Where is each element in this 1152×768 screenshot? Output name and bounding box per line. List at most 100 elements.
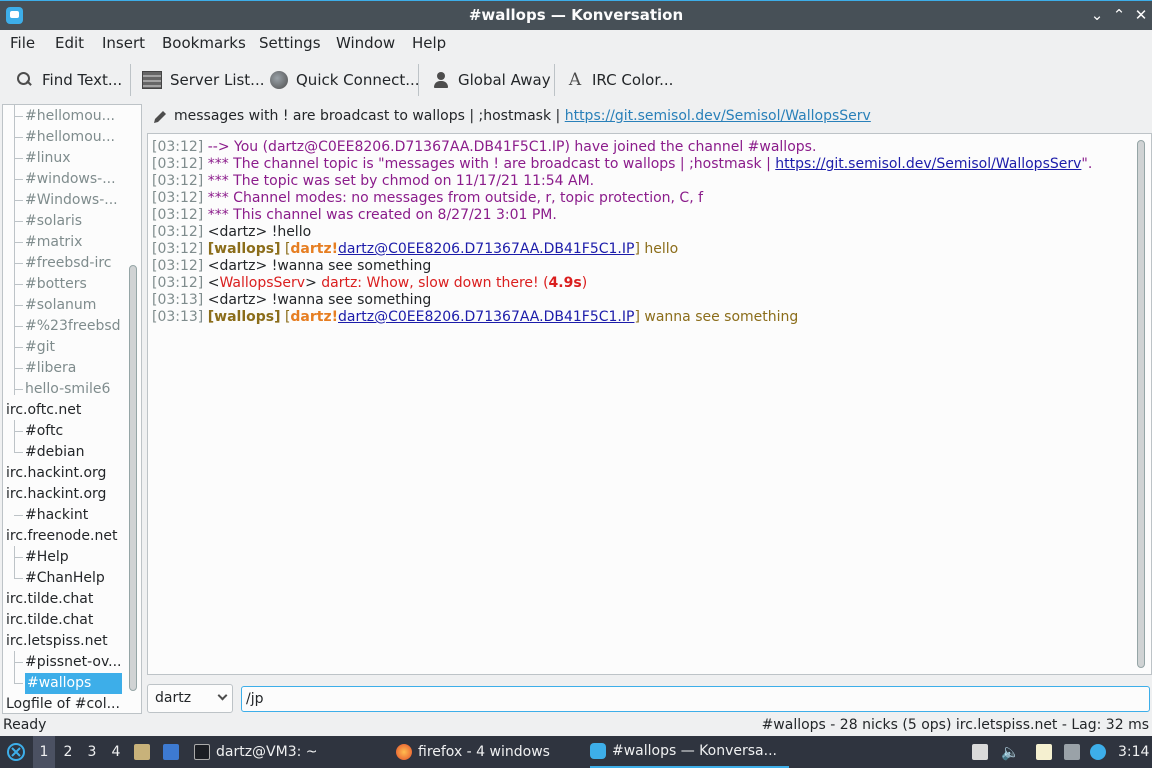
search-icon	[16, 71, 34, 89]
menu-insert[interactable]: Insert	[102, 34, 145, 52]
sidebar-channel-item[interactable]: #windows-...	[25, 169, 122, 190]
window-title: #wallops — Konversation	[468, 6, 684, 24]
task-terminal[interactable]: dartz@VM3: ~	[194, 736, 318, 768]
topic-link[interactable]: https://git.semisol.dev/Semisol/WallopsS…	[565, 108, 871, 124]
task-firefox[interactable]: firefox - 4 windows	[396, 736, 550, 768]
tray-notifications[interactable]	[1090, 736, 1106, 768]
chat-scrollbar[interactable]	[1137, 140, 1145, 668]
irc-color-button[interactable]: A IRC Color...	[566, 66, 674, 94]
tray-network[interactable]	[1064, 736, 1080, 768]
sidebar-channel-item[interactable]: #solanum	[25, 295, 122, 316]
sidebar-channel-item[interactable]: #hellomou...	[25, 127, 122, 148]
terminal-icon	[194, 744, 210, 760]
sidebar-channel-item[interactable]: #hackint	[25, 505, 122, 526]
tree-branch-line	[14, 347, 23, 348]
sidebar-channel-item[interactable]: #Help	[25, 547, 122, 568]
timestamp: [03:12]	[152, 258, 204, 274]
taskbar: 1 2 3 4 dartz@VM3: ~ firefox - 4 windows…	[0, 736, 1152, 768]
sidebar-channel-item[interactable]: #pissnet-ov...	[25, 652, 122, 673]
file-manager-launcher[interactable]	[134, 736, 150, 768]
hostmask-link[interactable]: dartz@C0EE8206.D71367AA.DB41F5C1.IP	[338, 241, 634, 257]
sidebar-channel-item[interactable]: #matrix	[25, 232, 122, 253]
nick[interactable]: dartz	[290, 309, 331, 325]
menu-edit[interactable]: Edit	[55, 34, 84, 52]
server-list-label: Server List...	[170, 71, 265, 89]
desktop-2[interactable]: 2	[57, 736, 79, 768]
app-launcher[interactable]	[6, 736, 28, 768]
chat-line: [03:12] [wallops] [dartz!dartz@C0EE8206.…	[152, 241, 678, 258]
sidebar-channel-item[interactable]: #git	[25, 337, 122, 358]
sidebar-network-item[interactable]: irc.letspiss.net	[6, 631, 122, 652]
sidebar-channel-item[interactable]: #debian	[25, 442, 122, 463]
sidebar-network-item[interactable]: Logfile of #col...	[6, 694, 122, 713]
chevron-down-icon	[217, 690, 228, 701]
sidebar-channel-item[interactable]: #linux	[25, 148, 122, 169]
sidebar-network-item[interactable]: irc.tilde.chat	[6, 610, 122, 631]
sidebar-channel-item[interactable]: #botters	[25, 274, 122, 295]
sidebar-channel-item[interactable]: #wallops	[25, 673, 122, 694]
server-list-button[interactable]: Server List...	[142, 66, 264, 94]
minimize-icon[interactable]: ⌄	[1088, 5, 1106, 25]
topic-bar: messages with ! are broadcast to wallops…	[148, 104, 1152, 130]
quick-connect-button[interactable]: Quick Connect...	[270, 66, 420, 94]
sidebar-channel-item[interactable]: #%23freebsd	[25, 316, 122, 337]
nick[interactable]: WallopsServ	[219, 275, 305, 291]
sidebar-network-item[interactable]: irc.oftc.net	[6, 400, 122, 421]
sidebar-channel-item[interactable]: #freebsd-irc	[25, 253, 122, 274]
tree-branch-line	[14, 546, 15, 578]
chat-line: [03:12] <WallopsServ> dartz: Whow, slow …	[152, 275, 587, 292]
tree-branch-line	[14, 389, 23, 390]
sidebar-channel-item[interactable]: #solaris	[25, 211, 122, 232]
topic-setter-message: *** The topic was set by chmod on 11/17/…	[207, 173, 595, 189]
tree-branch-line	[14, 662, 23, 663]
topic-message-link[interactable]: https://git.semisol.dev/Semisol/WallopsS…	[775, 156, 1081, 172]
task-konversation[interactable]: #wallops — Konversa...	[590, 736, 789, 768]
hostmask-link[interactable]: dartz@C0EE8206.D71367AA.DB41F5C1.IP	[338, 309, 634, 325]
task-firefox-label: firefox - 4 windows	[418, 744, 550, 760]
menu-settings[interactable]: Settings	[259, 34, 321, 52]
find-text-button[interactable]: Find Text...	[16, 66, 122, 94]
maximize-icon[interactable]: ⌃	[1110, 5, 1128, 25]
timestamp: [03:13]	[152, 309, 204, 325]
clock[interactable]: 3:14	[1118, 736, 1149, 768]
desktop-1[interactable]: 1	[33, 736, 55, 768]
menu-file[interactable]: File	[10, 34, 35, 52]
main-toolbar: Find Text... Server List... Quick Connec…	[0, 58, 1152, 102]
sidebar-network-item[interactable]: irc.freenode.net	[6, 526, 122, 547]
sidebar-scrollbar[interactable]	[129, 265, 137, 691]
close-icon[interactable]: ✕	[1132, 5, 1150, 25]
menu-window[interactable]: Window	[336, 34, 395, 52]
timestamp: [03:12]	[152, 207, 204, 223]
timestamp: [03:13]	[152, 292, 204, 308]
desktop-3[interactable]: 3	[81, 736, 103, 768]
menu-help[interactable]: Help	[412, 34, 446, 52]
nick[interactable]: dartz	[290, 241, 331, 257]
chat-view[interactable]: [03:12] --> You (dartz@C0EE8206.D71367AA…	[147, 133, 1152, 675]
message-input[interactable]	[241, 686, 1150, 712]
sidebar-network-item[interactable]: irc.hackint.org	[6, 484, 122, 505]
tree-branch-line	[14, 578, 23, 579]
sidebar-network-item[interactable]: irc.hackint.org	[6, 463, 122, 484]
desktop-4[interactable]: 4	[105, 736, 127, 768]
global-away-button[interactable]: Global Away	[432, 66, 551, 94]
sidebar-channel-item[interactable]: hello-smile6	[25, 379, 122, 400]
sidebar-channel-item[interactable]: #Windows-...	[25, 190, 122, 211]
timestamp: [03:12]	[152, 241, 204, 257]
join-message: --> You (dartz@C0EE8206.D71367AA.DB41F5C…	[207, 139, 817, 155]
edit-topic-icon[interactable]	[152, 109, 168, 125]
tray-clipboard[interactable]	[1036, 736, 1052, 768]
tray-printer[interactable]	[972, 736, 988, 768]
channel-modes-message: *** Channel modes: no messages from outs…	[207, 190, 704, 206]
sidebar-channel-item[interactable]: #oftc	[25, 421, 122, 442]
show-desktop-launcher[interactable]	[163, 736, 179, 768]
wallops-message: hello	[639, 241, 679, 257]
sidebar-channel-item[interactable]: #hellomou...	[25, 106, 122, 127]
tray-volume[interactable]: 🔈	[1001, 736, 1020, 768]
menu-bookmarks[interactable]: Bookmarks	[162, 34, 246, 52]
sidebar-channel-item[interactable]: #libera	[25, 358, 122, 379]
chat-line: [03:12] <dartz> !wanna see something	[152, 258, 431, 275]
sidebar-channel-item[interactable]: #ChanHelp	[25, 568, 122, 589]
sidebar-network-item[interactable]: irc.tilde.chat	[6, 589, 122, 610]
nickname-selector[interactable]: dartz	[147, 684, 233, 713]
network-icon	[1064, 744, 1080, 760]
